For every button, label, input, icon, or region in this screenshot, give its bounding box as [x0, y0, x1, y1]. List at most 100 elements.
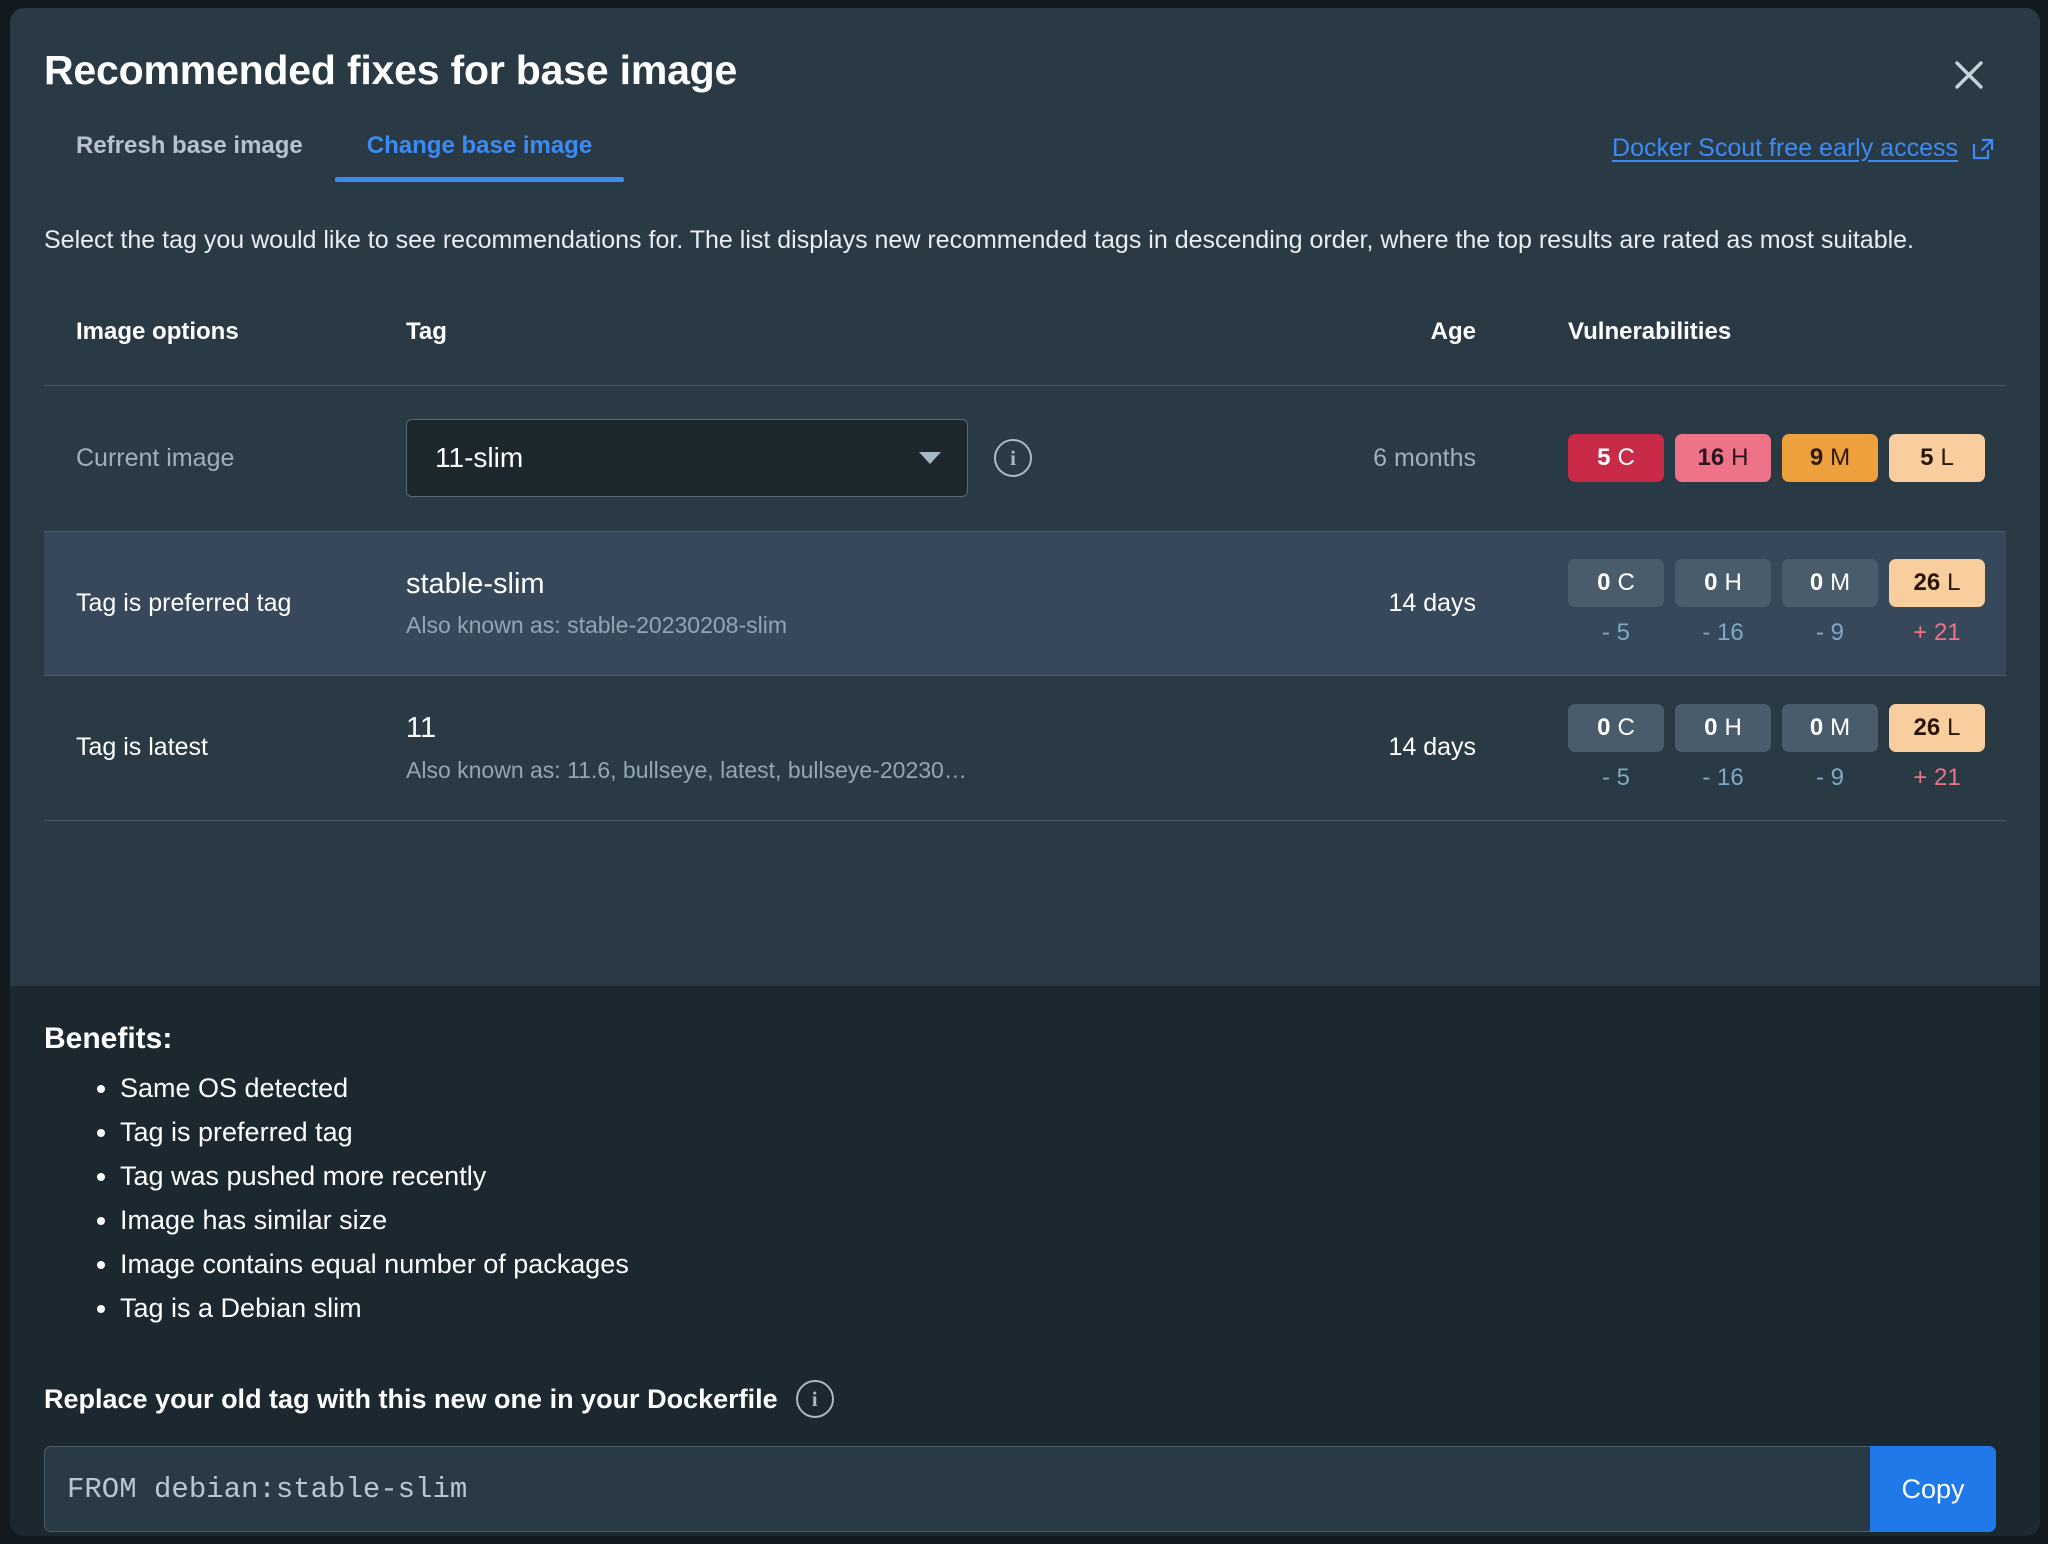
row-tag-cell: 11 Also known as: 11.6, bullseye, latest…: [406, 711, 1306, 784]
badge-medium-count: 9: [1809, 444, 1824, 471]
row-vulnerabilities-cell: 0C 0H 0M 26 L - 5 - 16 - 9 + 21: [1476, 559, 2006, 647]
delta-medium: - 9: [1815, 763, 1844, 791]
current-image-badges: 5C 16 H 9M 5L: [1568, 434, 2006, 482]
row-option-label-cell: Tag is preferred tag: [44, 589, 406, 618]
list-item: Same OS detected: [120, 1066, 1996, 1110]
delta-critical: - 5: [1601, 619, 1630, 646]
delta-high: - 16: [1702, 763, 1744, 791]
badge-medium-count: 0: [1809, 713, 1824, 741]
replace-info-icon[interactable]: i: [795, 1380, 834, 1418]
badge-high-count: 16: [1697, 444, 1725, 471]
badge-low-letter: L: [1947, 569, 1961, 596]
table-row-current-image: Current image 11-slim i 6 months 5C 16H: [44, 386, 2006, 531]
badge-high: 16 H: [1675, 434, 1771, 482]
badge-medium-letter: M: [1830, 713, 1851, 741]
row-option-label: Tag is latest: [76, 733, 209, 761]
current-image-vulnerabilities-cell: 5C 16 H 9M 5L: [1476, 434, 2006, 482]
badge-high: 0H: [1675, 703, 1771, 752]
row-tag-name: stable-slim: [406, 567, 545, 600]
dialog-description: Select the tag you would like to see rec…: [44, 226, 1914, 254]
row-tag-name: 11: [406, 712, 437, 745]
badge-critical: 5C: [1568, 434, 1664, 482]
benefits-list: Same OS detected Tag is preferred tag Ta…: [44, 1066, 1996, 1330]
row-tag-cell: stable-slim Also known as: stable-202302…: [406, 567, 1306, 640]
badge-low: 26 L: [1889, 703, 1985, 752]
delta-critical: - 5: [1601, 763, 1630, 791]
row-age: 14 days: [1388, 733, 1476, 761]
current-image-label: Current image: [76, 443, 235, 472]
column-header-tag: Tag: [406, 317, 447, 345]
badge-high-letter: H: [1731, 444, 1749, 471]
badge-low-count: 26: [1913, 713, 1941, 741]
dialog-title: Recommended fixes for base image: [44, 47, 738, 93]
badge-high: 0H: [1675, 559, 1771, 607]
dialog-header: Recommended fixes for base image: [10, 8, 2040, 112]
recommendations-table: Image options Tag Age Vulnerabilities Cu…: [10, 301, 2040, 821]
badge-low-letter: L: [1940, 444, 1954, 471]
delta-medium: - 9: [1815, 619, 1844, 646]
badge-medium: 9M: [1782, 434, 1878, 482]
badge-high-count: 0: [1704, 569, 1718, 596]
row-vulnerabilities-cell: 0C 0H 0M 26 L - 5 - 16 - 9 + 21: [1476, 703, 2006, 792]
badge-high-letter: H: [1724, 569, 1742, 596]
row-deltas: - 5 - 16 - 9 + 21: [1568, 764, 2006, 792]
tab-refresh-base-image[interactable]: Refresh base image: [44, 112, 335, 182]
list-item: Image has similar size: [120, 1198, 1996, 1242]
table-row[interactable]: Tag is preferred tag stable-slim Also kn…: [44, 530, 2006, 676]
row-badges: 0C 0H 0M 26 L: [1568, 559, 2006, 607]
badge-critical-letter: C: [1617, 444, 1635, 471]
badge-critical-count: 0: [1597, 713, 1611, 741]
row-option-label-cell: Tag is latest: [44, 733, 406, 762]
current-image-age: 6 months: [1373, 443, 1476, 472]
list-item: Tag was pushed more recently: [120, 1154, 1996, 1198]
table-header-row: Image options Tag Age Vulnerabilities: [44, 301, 2006, 386]
close-icon[interactable]: [1946, 52, 1992, 98]
docker-scout-link-label: Docker Scout free early access: [1612, 134, 1958, 162]
row-deltas: - 5 - 16 - 9 + 21: [1568, 619, 2006, 647]
list-item: Tag is a Debian slim: [120, 1286, 1996, 1330]
current-tag-info-icon[interactable]: i: [994, 439, 1032, 477]
delta-high: - 16: [1702, 619, 1744, 646]
column-header-image-options: Image options: [76, 317, 239, 345]
badge-medium: 0M: [1782, 703, 1878, 752]
replace-instruction-row: Replace your old tag with this new one i…: [44, 1380, 1996, 1418]
badge-critical: 0C: [1568, 703, 1664, 752]
tab-bar: Refresh base image Change base image Doc…: [10, 112, 2040, 208]
row-tag-alias: Also known as: stable-20230208-slim: [406, 612, 787, 639]
badge-medium-letter: M: [1830, 569, 1851, 596]
table-row[interactable]: Tag is latest 11 Also known as: 11.6, bu…: [44, 676, 2006, 821]
benefits-panel: Benefits: Same OS detected Tag is prefer…: [10, 986, 2040, 1536]
badge-medium: 0M: [1782, 559, 1878, 607]
column-header-vulnerabilities: Vulnerabilities: [1568, 317, 1732, 345]
row-badges: 0C 0H 0M 26 L: [1568, 703, 2006, 752]
row-age: 14 days: [1388, 588, 1476, 617]
badge-low-count: 5: [1920, 444, 1934, 471]
list-item: Image contains equal number of packages: [120, 1242, 1996, 1286]
copy-button[interactable]: Copy: [1870, 1446, 1996, 1532]
external-link-icon: [1970, 136, 1996, 162]
badge-critical-letter: C: [1617, 569, 1635, 596]
badge-medium-letter: M: [1830, 444, 1851, 471]
badge-medium-count: 0: [1809, 569, 1824, 596]
badge-high-count: 0: [1704, 713, 1718, 741]
chevron-down-icon: [919, 452, 941, 464]
current-tag-select-value: 11-slim: [435, 442, 524, 473]
list-item: Tag is preferred tag: [120, 1110, 1996, 1154]
docker-scout-early-access-link[interactable]: Docker Scout free early access: [1612, 112, 1996, 163]
badge-low: 5L: [1889, 434, 1985, 482]
delta-low: + 21: [1913, 619, 1961, 646]
row-option-label: Tag is preferred tag: [76, 588, 292, 617]
badge-low-letter: L: [1947, 713, 1961, 741]
badge-critical-count: 5: [1597, 444, 1611, 471]
badge-critical: 0C: [1568, 559, 1664, 607]
badge-high-letter: H: [1724, 713, 1742, 741]
badge-low-count: 26: [1913, 569, 1941, 596]
tab-change-base-image[interactable]: Change base image: [334, 112, 625, 182]
benefits-title: Benefits:: [44, 1022, 173, 1055]
delta-low: + 21: [1913, 763, 1961, 791]
badge-critical-letter: C: [1617, 713, 1635, 741]
current-tag-select[interactable]: 11-slim: [406, 419, 968, 497]
dockerfile-snippet-field[interactable]: FROM debian:stable-slim: [44, 1446, 1870, 1532]
dockerfile-snippet-row: FROM debian:stable-slim Copy: [44, 1446, 1996, 1532]
badge-low: 26 L: [1889, 559, 1985, 607]
